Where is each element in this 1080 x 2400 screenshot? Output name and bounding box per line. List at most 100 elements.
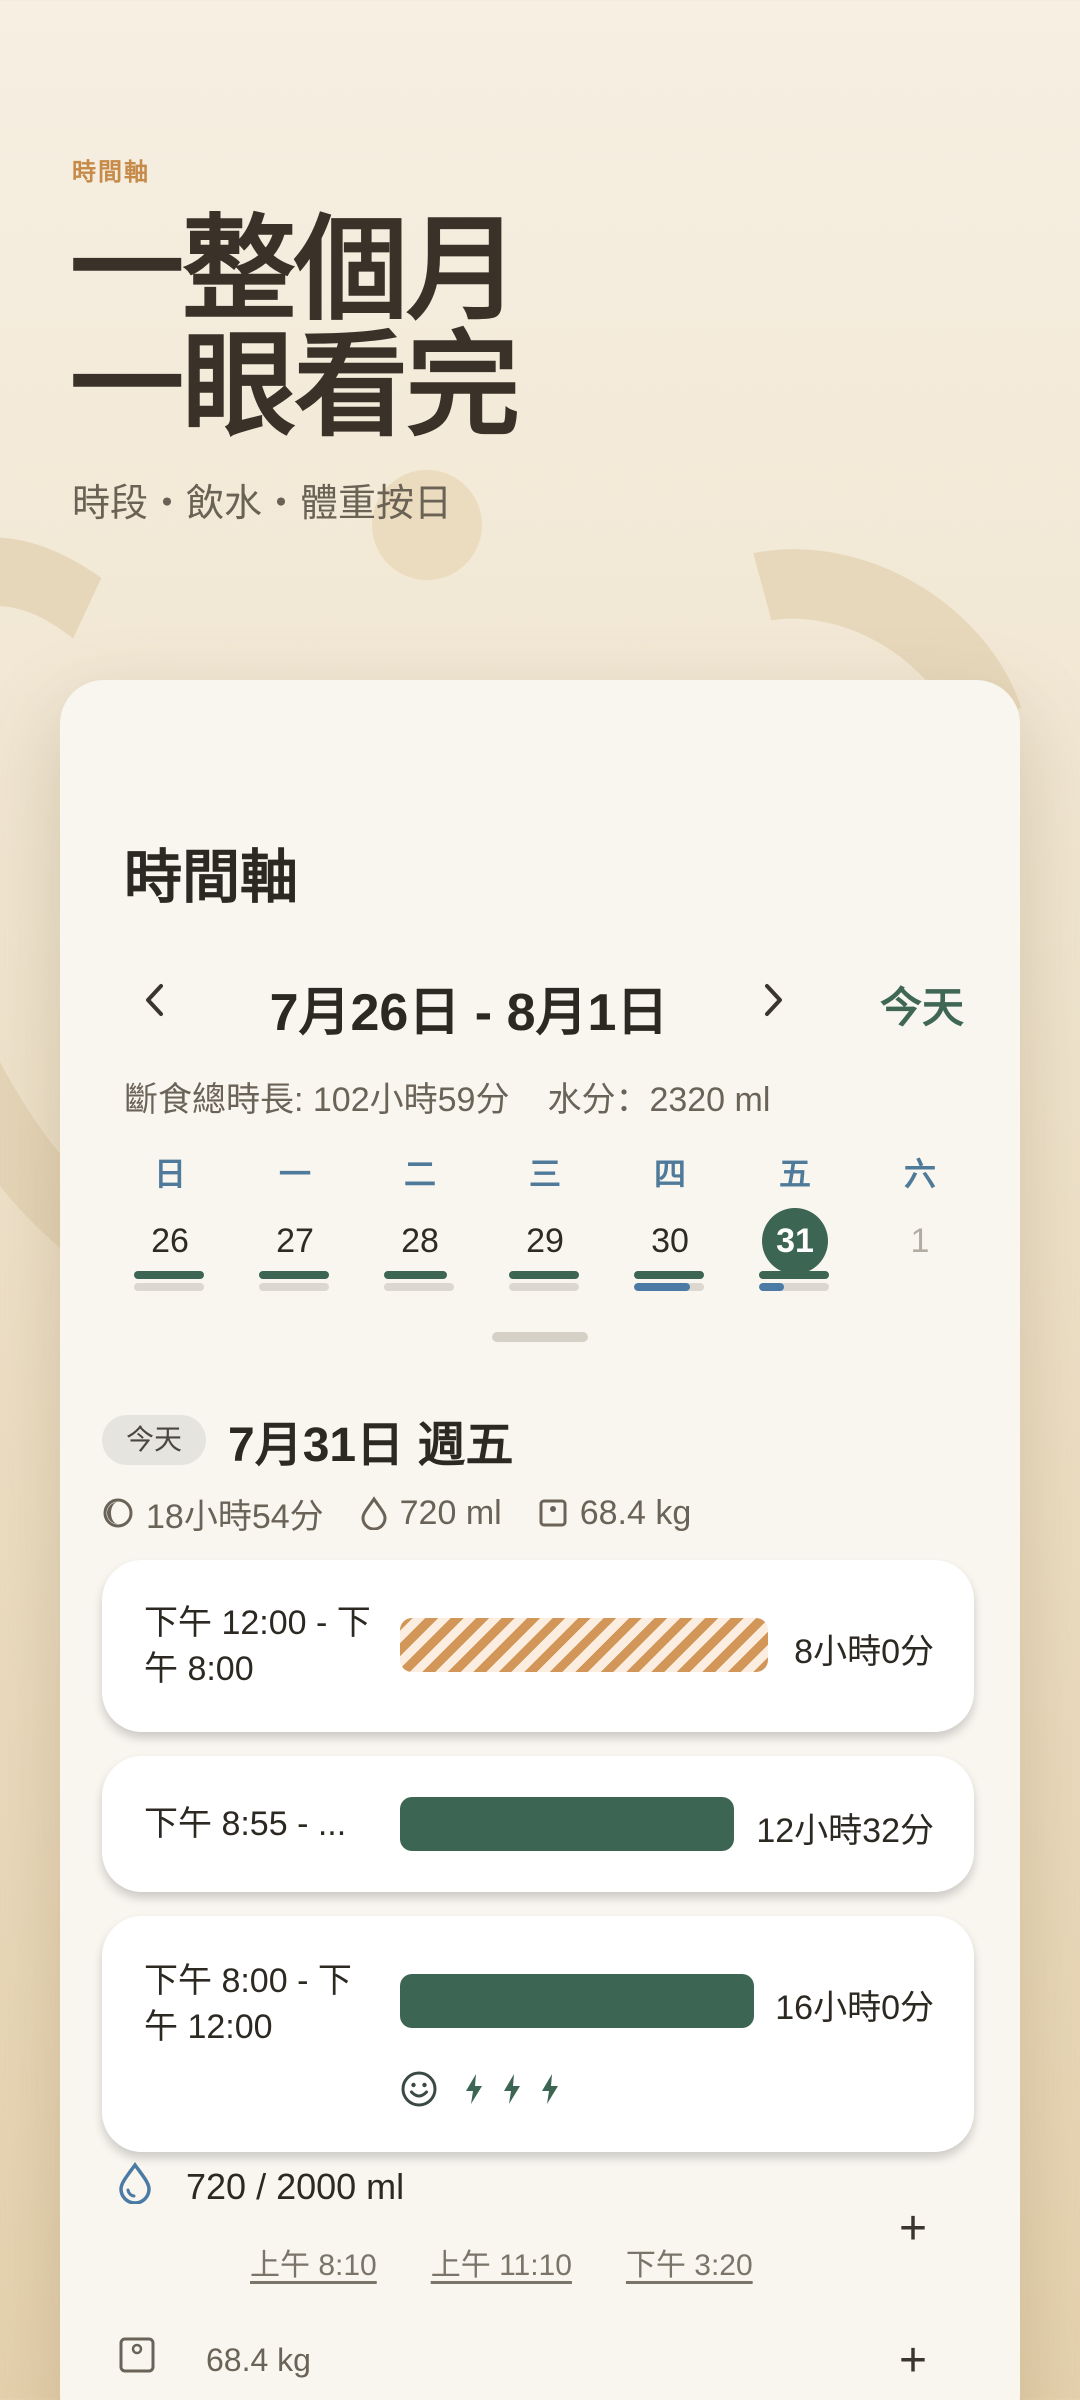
total-water-stat: 水分：2320 ml <box>547 1081 771 1119</box>
day-progress-bars <box>634 1271 704 1291</box>
fast-duration: 12小時32分 <box>756 1812 934 1850</box>
bolt-icon[interactable] <box>500 2072 524 2106</box>
day-weight-stat: 68.4 kg <box>538 1493 692 1533</box>
water-entry-time[interactable]: 上午 8:10 <box>250 2240 377 2284</box>
weight-value: 68.4 kg <box>206 2342 311 2378</box>
day-number: 28 <box>401 1222 439 1260</box>
fast-progress-bar <box>400 1618 768 1672</box>
moon-clock-icon <box>103 1498 133 1528</box>
week-range-label: 7月26日 - 8月1日 <box>269 984 669 1042</box>
scale-icon <box>119 2337 155 2373</box>
water-entries: 上午 8:10 上午 11:10 下午 3:20 <box>250 2240 807 2284</box>
fast-entry[interactable]: 下午 12:00 - 下午 8:00 8小時0分 <box>102 1560 974 1732</box>
water-progress-fill <box>759 1283 785 1291</box>
fast-entry[interactable]: 下午 8:00 - 下午 12:00 16小時0分 <box>102 1916 974 2152</box>
water-entry-time[interactable]: 下午 3:20 <box>626 2240 753 2284</box>
fasting-progress-bar <box>634 1271 704 1279</box>
weekday-label: 四 <box>653 1156 686 1192</box>
week-navigator: 7月26日 - 8月1日 今天 <box>124 970 964 1042</box>
day-number: 30 <box>651 1222 689 1260</box>
page-title: 時間軸 <box>124 845 299 910</box>
day-progress-bars <box>759 1271 829 1291</box>
day-number: 1 <box>910 1222 930 1260</box>
water-progress-bar <box>759 1283 829 1291</box>
weekday-label: 三 <box>528 1156 561 1192</box>
day-27[interactable]: 一 27 <box>249 1150 341 1291</box>
day-number: 27 <box>276 1222 314 1260</box>
fast-time-range: 下午 8:55 - ... <box>144 1805 347 1843</box>
selected-date-header: 今天 7月31日 週五 <box>102 1410 513 1472</box>
water-progress-fill <box>634 1283 690 1291</box>
day-progress-bars <box>134 1271 204 1291</box>
scale-icon <box>539 1499 567 1527</box>
add-water-button[interactable]: + <box>886 2202 940 2256</box>
weight-log: 68.4 kg + <box>102 2330 974 2400</box>
day-fasting-value: 18小時54分 <box>146 1497 324 1536</box>
fasting-progress-bar <box>259 1271 329 1279</box>
total-fasting-stat: 斷食總時長: 102小時59分 <box>124 1081 510 1119</box>
water-drop-icon <box>119 2162 151 2204</box>
headline-line: 一眼看完 <box>70 319 520 452</box>
today-badge: 今天 <box>102 1415 207 1465</box>
fasting-progress-bar <box>759 1271 829 1279</box>
smile-icon[interactable] <box>400 2070 438 2108</box>
fasting-progress-bar <box>384 1271 447 1279</box>
day-1[interactable]: 六1 <box>874 1150 966 1290</box>
day-summary: 18小時54分 720 ml 68.4 kg <box>102 1488 691 1538</box>
day-30[interactable]: 四 30 <box>624 1150 716 1291</box>
weekday-label: 六 <box>903 1156 936 1192</box>
day-number: 29 <box>526 1222 564 1260</box>
water-log: 720 / 2000 ml 上午 8:10 上午 11:10 下午 3:20 + <box>102 2160 974 2300</box>
weekday-label: 一 <box>278 1156 311 1192</box>
water-progress-bar <box>259 1283 329 1291</box>
fast-feelings <box>400 2070 576 2108</box>
fasting-progress-bar <box>509 1271 579 1279</box>
water-total: 720 / 2000 ml <box>186 2166 405 2207</box>
fast-progress-bar <box>400 1974 754 2028</box>
next-week-button[interactable] <box>744 972 804 1028</box>
bolt-icon[interactable] <box>538 2072 562 2106</box>
day-water-value: 720 ml <box>399 1493 502 1532</box>
water-progress-bar <box>384 1283 454 1291</box>
fast-time-range: 下午 8:00 - 下午 12:00 <box>144 1962 352 2046</box>
water-progress-bar <box>509 1283 579 1291</box>
add-weight-button[interactable]: + <box>886 2334 940 2388</box>
fast-duration: 16小時0分 <box>775 1989 934 2027</box>
fast-time-range: 下午 12:00 - 下午 8:00 <box>144 1604 371 1688</box>
week-strip: 日 26 一 27 二 28 三 29 四 30 五 31 六 1 <box>124 1150 1000 1291</box>
today-button[interactable]: 今天 <box>880 974 964 1035</box>
water-drop-icon <box>361 1496 387 1530</box>
fast-duration: 8小時0分 <box>794 1633 934 1671</box>
selected-date: 7月31日 週五 <box>228 1419 514 1472</box>
day-progress-bars <box>384 1271 454 1291</box>
fasting-progress-bar <box>134 1271 204 1279</box>
weekday-label: 日 <box>153 1156 186 1192</box>
chevron-right-icon <box>765 984 782 1016</box>
weekday-label: 二 <box>403 1156 436 1192</box>
week-stats: 斷食總時長: 102小時59分 水分：2320 ml <box>124 1072 770 1121</box>
water-entry-time[interactable]: 上午 11:10 <box>431 2240 572 2284</box>
promo-headline: 一整個月 一眼看完 <box>70 203 520 452</box>
day-water-stat: 720 ml <box>360 1494 502 1533</box>
day-fasting-stat: 18小時54分 <box>102 1489 324 1538</box>
timeline-card: 時間軸 7月26日 - 8月1日 今天 斷食總時長: 102小時59分 水分：23… <box>60 680 1020 2400</box>
day-progress-bars <box>509 1271 579 1291</box>
water-progress-bar <box>634 1283 704 1291</box>
fast-progress-bar <box>400 1797 734 1851</box>
day-26[interactable]: 日 26 <box>124 1150 216 1291</box>
fast-entry[interactable]: 下午 8:55 - ... 12小時32分 <box>102 1756 974 1892</box>
water-progress-bar <box>134 1283 204 1291</box>
day-number: 31 <box>762 1208 828 1274</box>
drag-handle[interactable] <box>492 1332 588 1342</box>
day-28[interactable]: 二 28 <box>374 1150 466 1291</box>
promo-subhead: 時段・飲水・體重按日 <box>72 483 453 525</box>
day-weight-value: 68.4 kg <box>579 1493 692 1532</box>
headline-line: 一整個月 <box>70 203 520 336</box>
weekday-label: 五 <box>778 1156 811 1192</box>
day-progress-bars <box>259 1271 329 1291</box>
promo-eyebrow: 時間軸 <box>72 159 150 186</box>
bolt-icon[interactable] <box>462 2072 486 2106</box>
day-number: 26 <box>151 1222 189 1260</box>
day-29[interactable]: 三 29 <box>499 1150 591 1291</box>
day-31[interactable]: 五 31 <box>749 1150 841 1291</box>
